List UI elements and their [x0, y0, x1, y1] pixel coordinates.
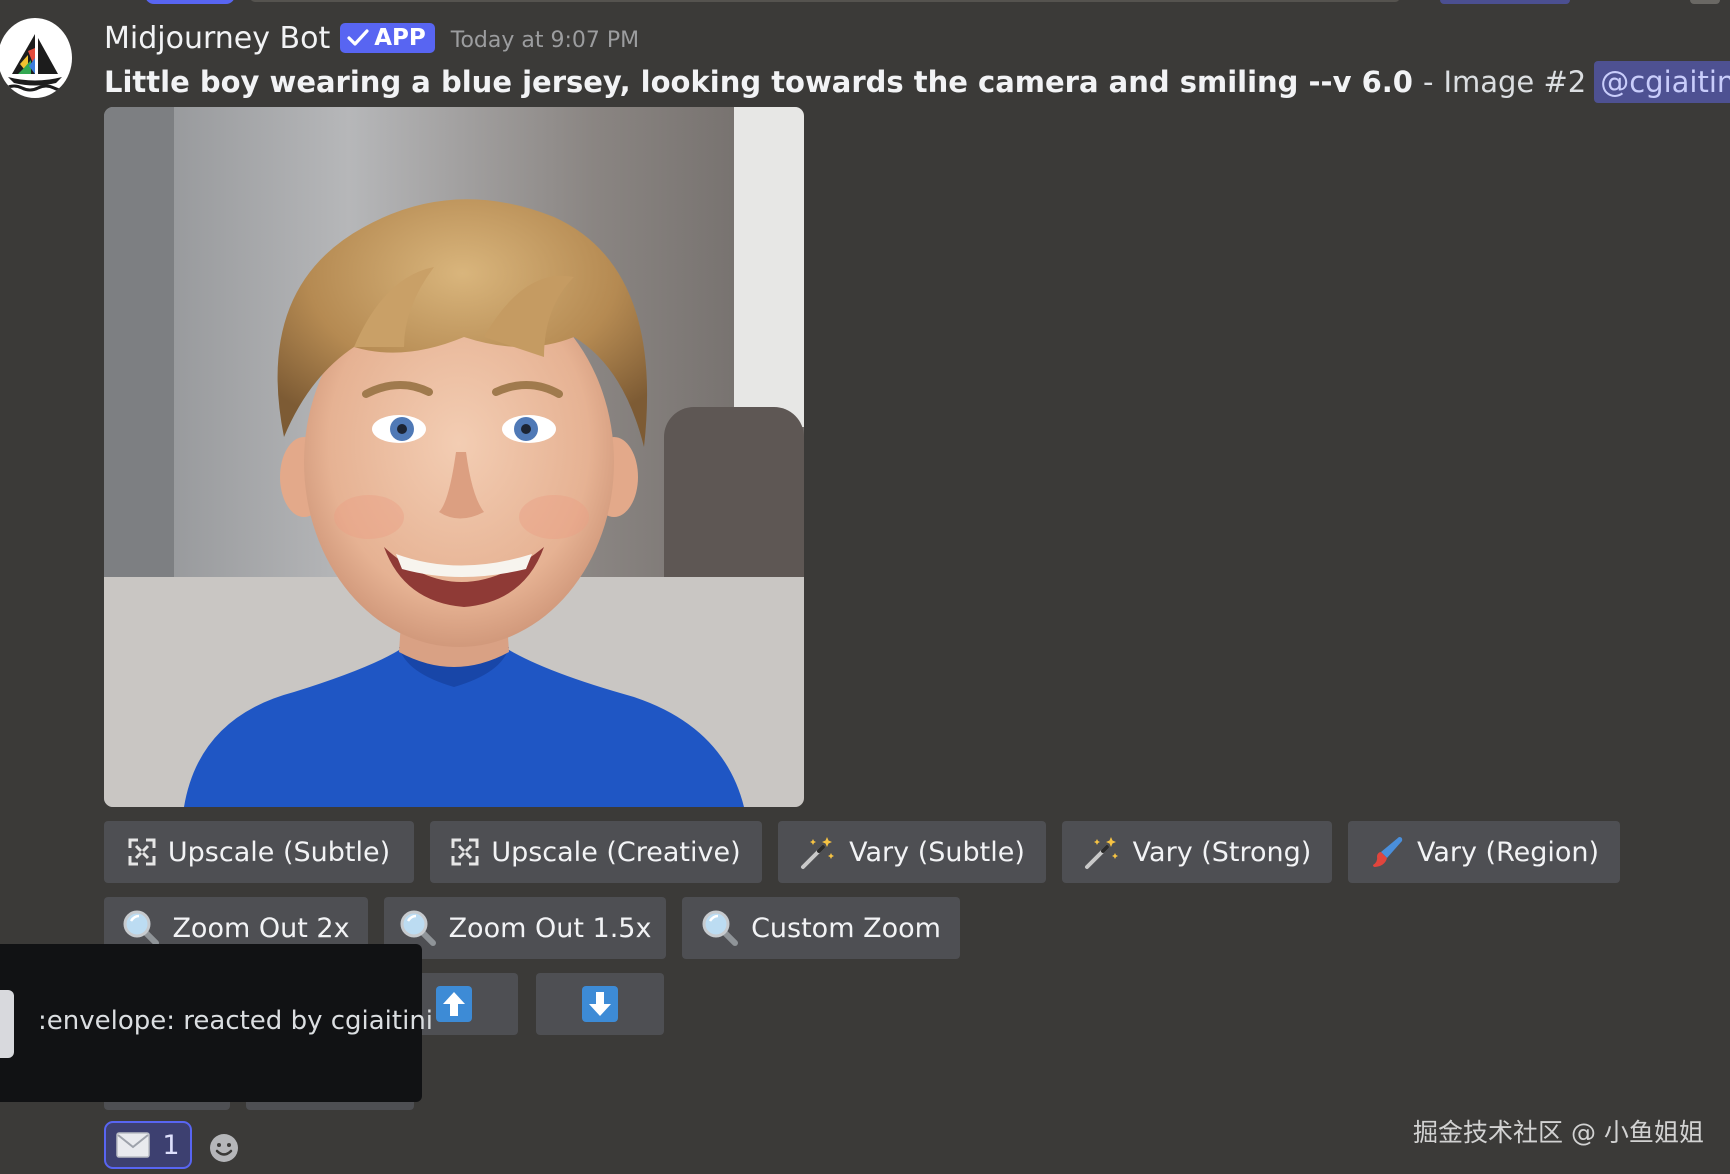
- upscale-creative-label: Upscale (Creative): [491, 836, 741, 868]
- reaction-count: 1: [162, 1129, 180, 1161]
- upscale-subtle-button[interactable]: Upscale (Subtle): [104, 821, 414, 883]
- app-badge-label: APP: [374, 25, 426, 51]
- paintbrush-icon: [1372, 837, 1403, 867]
- upscale-creative-button[interactable]: Upscale (Creative): [430, 821, 762, 883]
- previous-end: [1690, 0, 1720, 4]
- upscale-subtle-label: Upscale (Subtle): [167, 836, 391, 868]
- smiley-icon: [210, 1134, 238, 1162]
- vary-region-label: Vary (Region): [1416, 836, 1600, 868]
- app-badge: APP: [340, 23, 435, 53]
- zoom-out-2x-label: Zoom Out 2x: [172, 912, 350, 944]
- zoom-out-1-5x-label: Zoom Out 1.5x: [448, 912, 652, 944]
- zoom-out-1-5x-button[interactable]: Zoom Out 1.5x: [384, 897, 666, 959]
- vary-subtle-button[interactable]: Vary (Subtle): [778, 821, 1046, 883]
- pan-down-button[interactable]: [536, 973, 664, 1035]
- vary-subtle-label: Vary (Subtle): [849, 836, 1025, 868]
- message-content: Little boy wearing a blue jersey, lookin…: [104, 60, 1730, 104]
- previous-badge: [145, 0, 235, 4]
- boy-portrait-image: [104, 107, 804, 807]
- vary-strong-button[interactable]: Vary (Strong): [1062, 821, 1332, 883]
- avatar[interactable]: [0, 18, 72, 98]
- add-reaction-button[interactable]: [208, 1132, 240, 1164]
- magic-wand-icon: [801, 837, 835, 869]
- checkmark-icon: [347, 29, 369, 46]
- upscale-icon: [128, 838, 156, 866]
- arrow-up-icon: [436, 986, 472, 1022]
- magnifier-icon: [123, 910, 160, 946]
- message-header: Midjourney Bot APP Today at 9:07 PM: [104, 18, 639, 58]
- prompt-text: Little boy wearing a blue jersey, lookin…: [104, 65, 1413, 99]
- generated-image[interactable]: [104, 107, 804, 807]
- custom-zoom-button[interactable]: Custom Zoom: [682, 897, 960, 959]
- magic-wand-icon: [1084, 837, 1118, 869]
- previous-text: [250, 0, 1400, 2]
- image-number: Image #2: [1443, 65, 1587, 99]
- previous-message-fragment: [0, 0, 1730, 10]
- magnifier-icon: [400, 910, 436, 946]
- custom-zoom-label: Custom Zoom: [751, 912, 941, 944]
- message-timestamp[interactable]: Today at 9:07 PM: [451, 28, 639, 53]
- upscale-icon: [451, 838, 479, 866]
- prompt-separator: -: [1422, 65, 1434, 99]
- user-mention[interactable]: @cgiaitini: [1594, 61, 1730, 103]
- tooltip-emoji-preview: [0, 990, 14, 1058]
- vary-strong-label: Vary (Strong): [1132, 836, 1312, 868]
- vary-region-button[interactable]: Vary (Region): [1348, 821, 1620, 883]
- author-name[interactable]: Midjourney Bot: [104, 21, 330, 56]
- previous-mention: [1440, 0, 1570, 4]
- envelope-icon: [116, 1132, 151, 1158]
- reaction-tooltip: :envelope: reacted by cgiaitini: [0, 944, 433, 1102]
- magnifier-icon: [702, 910, 739, 946]
- sailboat-logo-icon: [5, 34, 68, 92]
- envelope-reaction[interactable]: 1: [104, 1121, 192, 1169]
- tooltip-text: :envelope: reacted by cgiaitini: [38, 1006, 434, 1036]
- watermark: 掘金技术社区 @ 小鱼姐姐: [1413, 1118, 1704, 1147]
- arrow-down-icon: [582, 986, 618, 1022]
